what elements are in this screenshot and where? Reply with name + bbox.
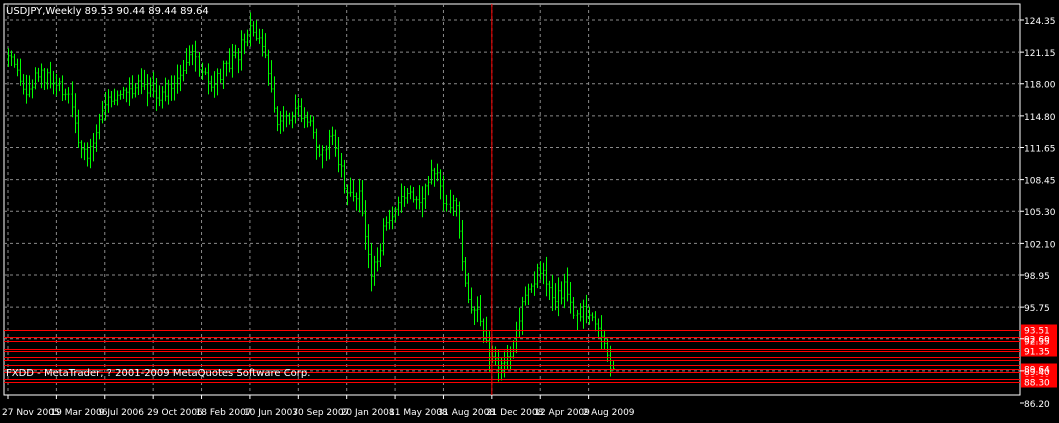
chart-window: 93.5192.3591.3589.6488.6088.30 124.35121… bbox=[0, 0, 1059, 423]
level-label: 88.30 bbox=[1024, 379, 1050, 389]
y-tick-label: 89.40 bbox=[1024, 368, 1050, 378]
y-tick-label: 114.80 bbox=[1024, 113, 1056, 123]
y-tick-label: 86.20 bbox=[1024, 400, 1050, 410]
price-chart[interactable]: 93.5192.3591.3589.6488.6088.30 124.35121… bbox=[0, 0, 1059, 423]
y-tick-label: 111.65 bbox=[1024, 144, 1056, 154]
x-tick-label: 2 Aug 2009 bbox=[583, 408, 635, 418]
y-tick-label: 124.35 bbox=[1024, 17, 1056, 27]
x-tick-label: 20 Jan 2008 bbox=[341, 408, 395, 418]
y-tick-label: 102.10 bbox=[1024, 240, 1056, 250]
level-label: 91.35 bbox=[1024, 348, 1050, 358]
x-tick-label: 10 Jun 2007 bbox=[244, 408, 298, 418]
y-tick-label: 92.60 bbox=[1024, 336, 1050, 346]
y-tick-label: 118.00 bbox=[1024, 81, 1056, 91]
y-tick-label: 108.45 bbox=[1024, 177, 1056, 187]
y-tick-label: 98.95 bbox=[1024, 272, 1050, 282]
x-tick-label: 9 Jul 2006 bbox=[99, 408, 144, 418]
grid-layer bbox=[4, 4, 1020, 395]
y-tick-label: 95.75 bbox=[1024, 304, 1050, 314]
plot-frame bbox=[3, 3, 1021, 396]
symbol-header: USDJPY,Weekly 89.53 90.44 89.44 89.64 bbox=[6, 6, 209, 17]
time-axis: 27 Nov 200519 Mar 20069 Jul 2006 29 Oct 2… bbox=[2, 395, 635, 418]
copyright-footer: FXDD - MetaTrader, ? 2001-2009 MetaQuote… bbox=[6, 368, 310, 379]
y-tick-label: 105.30 bbox=[1024, 208, 1056, 218]
candle-layer bbox=[7, 12, 615, 382]
y-tick-label: 121.15 bbox=[1024, 49, 1056, 59]
